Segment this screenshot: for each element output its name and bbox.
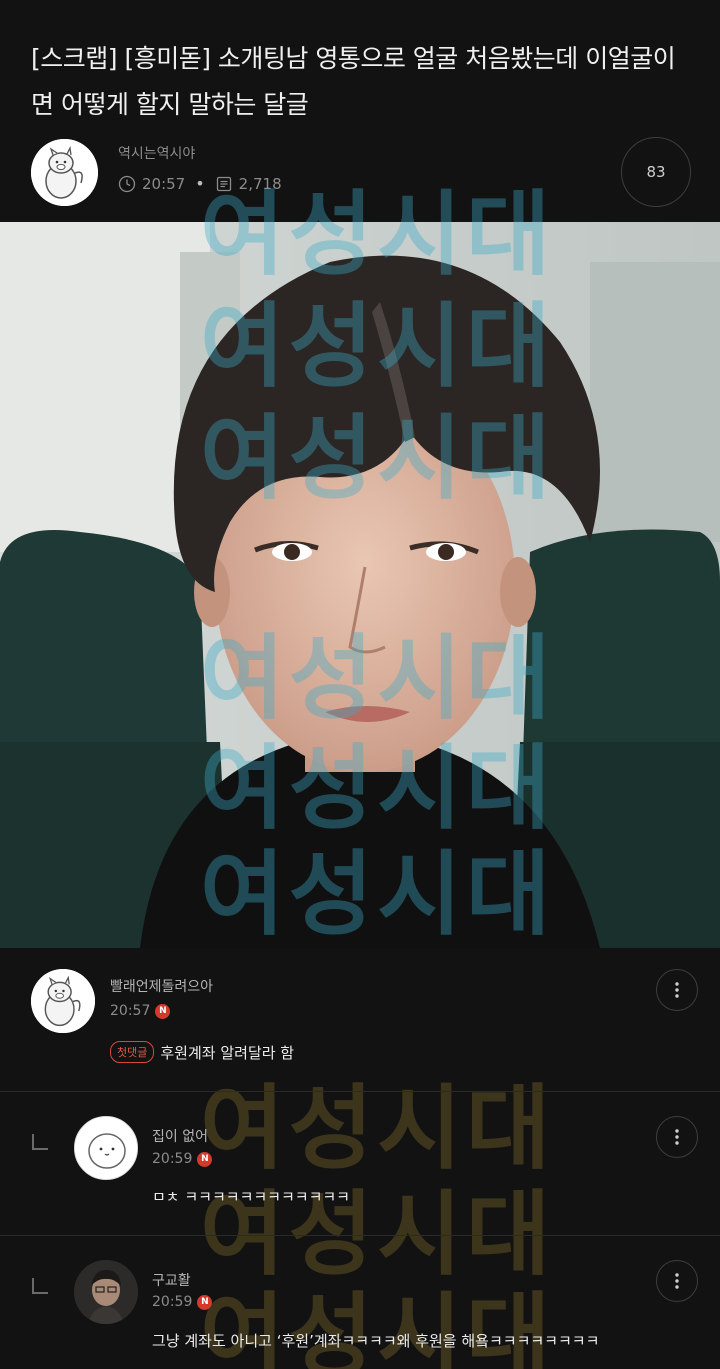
post-time: 20:57: [142, 174, 186, 193]
profile-photo-icon: [74, 1260, 138, 1324]
more-vertical-icon: [675, 1273, 679, 1289]
new-badge: N: [155, 1003, 171, 1019]
commenter-name[interactable]: 빨래언제돌려으아: [110, 976, 213, 996]
new-badge: N: [197, 1294, 213, 1310]
reply-item: 구교활 20:59 N 그냥 계좌도 아니고 ‘후원’계좌ㅋㅋㅋㅋ왜 후원을 해…: [0, 1236, 720, 1369]
post-title: [스크랩] [흥미돋] 소개팅남 영통으로 얼굴 처음봤는데 이얼굴이면 어떻게…: [31, 44, 676, 119]
comment-body: 첫댓글 후원계좌 알려달라 함: [110, 1041, 294, 1063]
separator-dot: •: [195, 174, 205, 193]
new-badge: N: [197, 1151, 213, 1167]
post-views: 2,718: [238, 174, 282, 193]
reply-arrow-icon: [32, 1134, 48, 1150]
comment-text: 후원계좌 알려달라 함: [160, 1043, 295, 1062]
post-image: [0, 222, 720, 948]
first-comment-badge: 첫댓글: [110, 1041, 155, 1063]
more-vertical-icon: [675, 982, 679, 998]
comment-more-button[interactable]: [656, 1116, 698, 1158]
blob-character-icon: [75, 1117, 137, 1179]
reply-arrow-icon: [32, 1278, 48, 1294]
comment-time-text: 20:59: [152, 1151, 193, 1167]
comment-text: ㅁㅊ ㅋㅋㅋㅋㅋㅋㅋㅋㅋㅋㅋㅋ: [152, 1188, 350, 1206]
author-avatar[interactable]: [31, 139, 98, 206]
author-name[interactable]: 역시는역시야: [118, 143, 195, 163]
comment-time-text: 20:59: [152, 1294, 193, 1310]
comment-more-button[interactable]: [656, 1260, 698, 1302]
post-header: [스크랩] [흥미돋] 소개팅남 영통으로 얼굴 처음봤는데 이얼굴이면 어떻게…: [0, 0, 720, 222]
comment-time: 20:59 N: [152, 1294, 213, 1310]
comment-more-button[interactable]: [656, 969, 698, 1011]
clock-icon: [118, 175, 136, 192]
portrait-photo: [0, 222, 720, 948]
commenter-name[interactable]: 구교활: [152, 1270, 191, 1290]
post-meta: 20:57 • 2,718: [118, 174, 282, 193]
commenter-avatar[interactable]: [74, 1260, 138, 1324]
document-icon: [216, 176, 231, 191]
comment-count-button[interactable]: 83: [621, 137, 691, 207]
commenter-avatar[interactable]: [31, 969, 95, 1033]
pig-character-icon: [31, 969, 95, 1033]
comment-text: 그냥 계좌도 아니고 ‘후원’계좌ㅋㅋㅋㅋ왜 후원을 해욬ㅋㅋㅋㅋㅋㅋㅋㅋ: [152, 1332, 600, 1350]
reply-item: 집이 없어 20:59 N ㅁㅊ ㅋㅋㅋㅋㅋㅋㅋㅋㅋㅋㅋㅋ: [0, 1092, 720, 1235]
more-vertical-icon: [675, 1129, 679, 1145]
commenter-avatar[interactable]: [74, 1116, 138, 1180]
comment-time: 20:57 N: [110, 1003, 171, 1019]
comment-time-text: 20:57: [110, 1003, 151, 1019]
comment-item: 빨래언제돌려으아 20:57 N 첫댓글 후원계좌 알려달라 함: [0, 948, 720, 1091]
commenter-name[interactable]: 집이 없어: [152, 1126, 208, 1146]
comment-time: 20:59 N: [152, 1151, 213, 1167]
pig-character-icon: [31, 139, 98, 206]
